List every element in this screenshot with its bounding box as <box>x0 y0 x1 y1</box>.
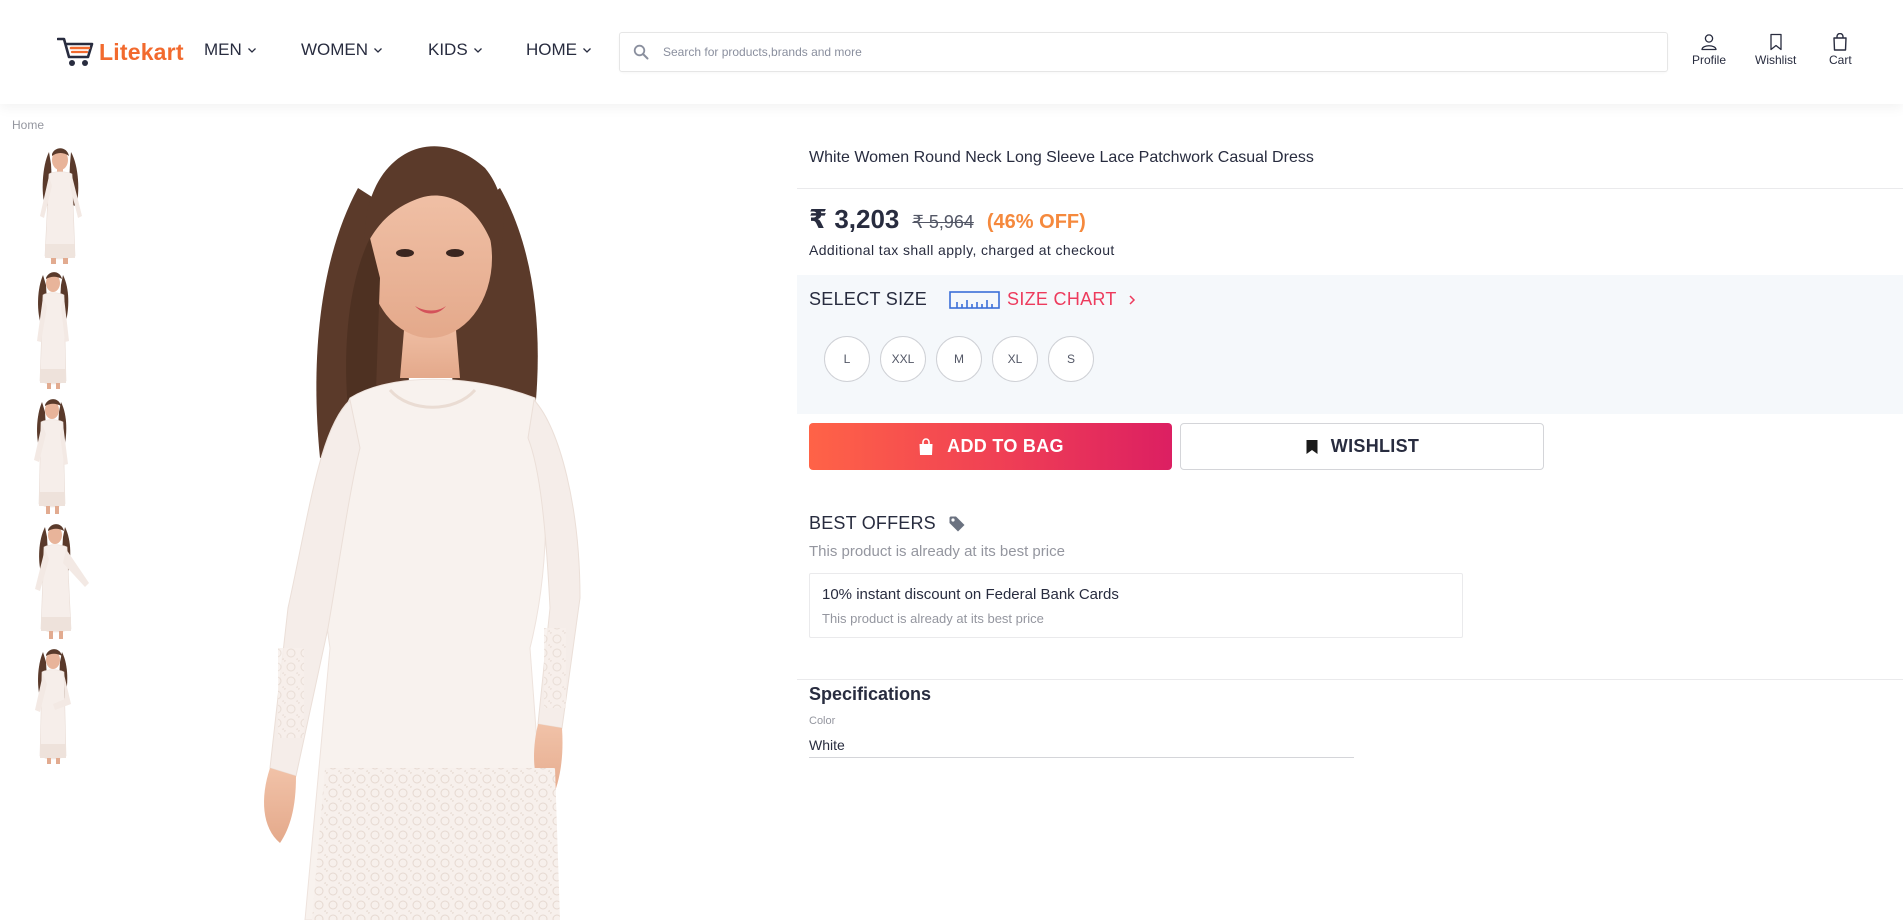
product-thumbnail-image <box>25 394 97 514</box>
user-icon <box>1701 34 1717 51</box>
search-input[interactable] <box>663 45 1563 59</box>
profile-button[interactable]: Profile <box>1692 33 1726 67</box>
nav-item-label: MEN <box>204 40 242 59</box>
size-option-m[interactable]: M <box>936 336 982 382</box>
product-thumbnail-image <box>25 519 97 639</box>
thumbnail[interactable] <box>25 519 97 639</box>
cart-logo-icon <box>57 37 94 66</box>
wishlist-button[interactable]: WISHLIST <box>1180 423 1544 470</box>
offer-title: 10% instant discount on Federal Bank Car… <box>822 586 1119 603</box>
thumbnail[interactable] <box>25 269 97 389</box>
tag-icon <box>949 516 965 531</box>
breadcrumb[interactable]: Home <box>12 118 44 132</box>
search-icon[interactable] <box>633 44 649 60</box>
add-to-bag-button[interactable]: ADD TO BAG <box>809 423 1172 470</box>
search-bar <box>619 32 1668 72</box>
chevron-right-icon <box>1129 294 1135 305</box>
divider <box>797 188 1903 189</box>
wishlist-button-label: WISHLIST <box>1330 436 1420 456</box>
product-thumbnail-image <box>25 144 97 264</box>
ruler-icon <box>949 290 1000 309</box>
size-option-xxl[interactable]: XXL <box>880 336 926 382</box>
specifications-title: Specifications <box>809 684 932 704</box>
select-size-label: SELECT SIZE <box>809 289 928 309</box>
discount-badge: (46% OFF) <box>986 211 1086 233</box>
cart-label: Cart <box>1829 53 1852 67</box>
product-thumbnail-image <box>25 269 97 389</box>
size-options: L XXL M XL S <box>824 336 1094 382</box>
divider <box>797 679 1903 680</box>
main-product-image[interactable] <box>200 128 800 920</box>
nav-item-men[interactable]: MEN <box>204 40 257 60</box>
thumbnail[interactable] <box>25 644 97 764</box>
size-option-xl[interactable]: XL <box>992 336 1038 382</box>
size-option-s[interactable]: S <box>1048 336 1094 382</box>
price-row: ₹ 3,203 ₹ 5,964 (46% OFF) <box>809 204 1086 235</box>
chevron-down-icon <box>247 48 256 53</box>
wishlist-label: Wishlist <box>1755 53 1797 67</box>
bookmark-icon <box>1770 33 1782 51</box>
nav-item-label: WOMEN <box>301 40 369 59</box>
best-offers-subtext: This product is already at its best pric… <box>809 543 1065 560</box>
nav-item-home[interactable]: HOME <box>526 40 592 60</box>
shopping-bag-icon <box>919 437 933 455</box>
size-header: SELECT SIZE SIZE CHART <box>809 289 1137 310</box>
cart-button[interactable]: Cart <box>1829 33 1852 67</box>
nav-item-women[interactable]: WOMEN <box>301 40 383 60</box>
site-header: Litekart MEN WOMEN KIDS HOME P <box>0 0 1903 104</box>
product-photo <box>200 128 800 920</box>
best-offers-title: BEST OFFERS <box>809 513 936 533</box>
original-price: ₹ 5,964 <box>912 212 974 232</box>
size-chart-link[interactable]: SIZE CHART <box>949 289 1137 310</box>
size-chart-label: SIZE CHART <box>1007 289 1117 309</box>
chevron-down-icon <box>374 48 383 53</box>
offer-card[interactable]: 10% instant discount on Federal Bank Car… <box>809 573 1463 638</box>
spec-underline <box>809 757 1354 758</box>
thumbnail[interactable] <box>25 394 97 514</box>
tax-note: Additional tax shall apply, charged at c… <box>809 242 1115 258</box>
profile-label: Profile <box>1692 53 1727 67</box>
thumbnail[interactable] <box>25 144 97 264</box>
spec-label-color: Color <box>809 715 836 727</box>
bookmark-icon <box>1306 439 1318 454</box>
brand-name: Litekart <box>99 38 184 65</box>
size-selector: SELECT SIZE SIZE CHART L XXL M XL S <box>797 275 1903 414</box>
nav-item-label: KIDS <box>428 40 468 59</box>
product-thumbnail-image <box>25 644 97 764</box>
chevron-down-icon <box>583 48 591 53</box>
product-title: White Women Round Neck Long Sleeve Lace … <box>809 149 1314 166</box>
nav-item-kids[interactable]: KIDS <box>428 40 483 60</box>
selling-price: ₹ 3,203 <box>809 204 900 234</box>
spec-value-color: White <box>809 737 845 753</box>
nav-item-label: HOME <box>526 40 577 59</box>
brand-logo[interactable]: Litekart <box>57 35 184 69</box>
thumbnail-gallery <box>25 144 97 769</box>
add-to-bag-label: ADD TO BAG <box>947 436 1064 456</box>
chevron-down-icon <box>473 48 482 53</box>
wishlist-header-button[interactable]: Wishlist <box>1755 33 1796 67</box>
breadcrumb-home[interactable]: Home <box>12 118 44 132</box>
best-offers-header: BEST OFFERS <box>809 513 966 534</box>
shopping-bag-icon <box>1833 33 1848 51</box>
size-option-l[interactable]: L <box>824 336 870 382</box>
offer-subtitle: This product is already at its best pric… <box>822 611 1044 626</box>
